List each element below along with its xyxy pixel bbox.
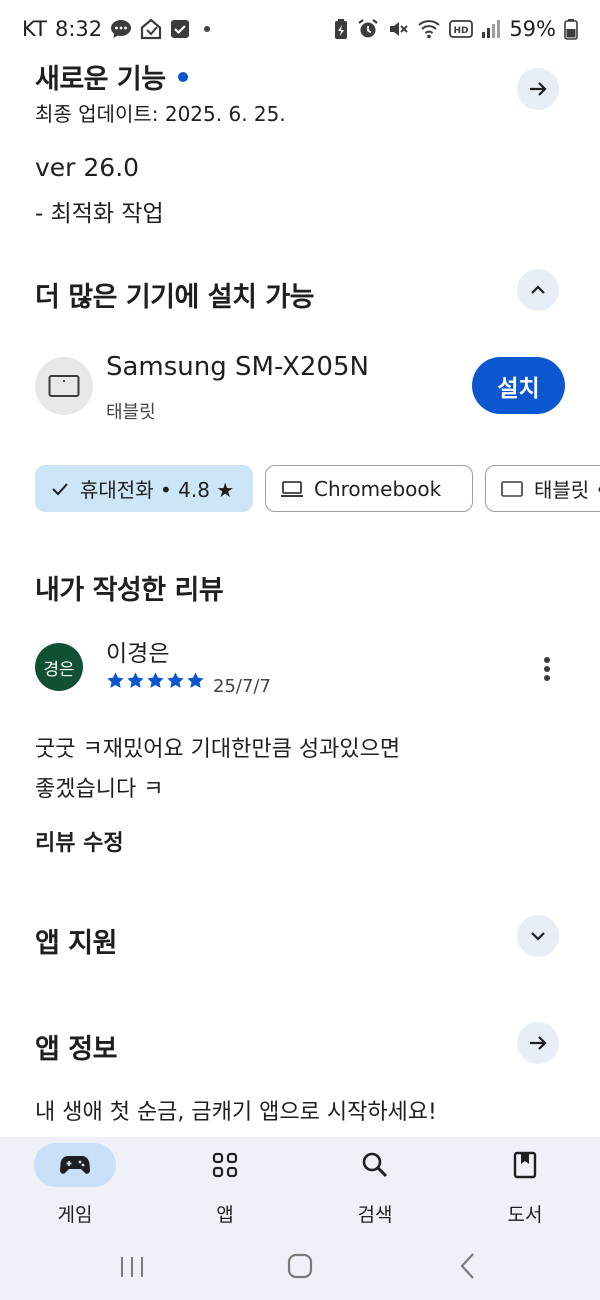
app-description: 내 생애 첫 순금, 금캐기 앱으로 시작하세요! [35,1100,437,1125]
status-bar: KT 8:32 HD 59% [0,0,600,58]
alarm-icon [357,18,379,40]
apps-grid-icon [212,1152,238,1178]
device-name: Samsung SM-X205N [106,352,369,382]
svg-text:HD: HD [454,26,469,36]
new-indicator-dot [177,71,188,82]
star-icon [107,672,124,688]
battery-percent: 59% [509,17,556,41]
nav-apps-label: 앱 [216,1204,234,1226]
chevron-up-icon [531,285,545,294]
recent-apps-icon [121,1257,143,1277]
nav-games-pill [34,1143,116,1187]
book-icon [513,1151,537,1179]
nav-apps-pill [184,1143,266,1187]
chevron-down-icon [531,932,545,941]
app-info-arrow-button[interactable] [517,1022,559,1064]
battery-saver-icon [333,18,349,40]
system-navigation-bar [0,1243,600,1293]
tablet-icon [501,480,523,497]
version-text: ver 26.0 [35,153,140,182]
last-updated: 최종 업데이트: 2025. 6. 25. [35,102,286,126]
arrow-right-icon [530,1036,547,1050]
nav-games-label: 게임 [57,1204,93,1226]
chip-chromebook[interactable]: Chromebook [265,465,473,512]
update-note: - 최적화 작업 [35,201,164,227]
review-text-line-1: 굿굿 ㅋ재밌어요 기대한만큼 성과있으면 [35,737,401,762]
app-info-title: 앱 정보 [35,1034,117,1065]
back-button[interactable] [458,1252,478,1284]
signal-icon [481,19,501,39]
device-avatar [35,357,93,415]
tablet-icon [48,375,80,397]
home-notification-icon [140,18,162,40]
search-icon [362,1152,388,1178]
dot-icon [204,26,211,32]
checkbox-icon [170,19,190,39]
battery-icon [564,18,578,40]
more-vert-icon [544,657,550,681]
nav-books[interactable]: 도서 [455,1143,595,1227]
chat-icon [110,18,132,40]
app-support-expand-button[interactable] [517,915,559,957]
whats-new-header: 새로운 기능 [35,57,188,96]
chip-chromebook-label: Chromebook [314,476,442,501]
star-icon [127,672,144,688]
clock: 8:32 [54,17,103,41]
home-icon [287,1253,313,1279]
star-icon [147,672,164,688]
star-rating [106,671,205,690]
more-devices-title: 더 많은 기기에 설치 가능 [35,282,315,313]
carrier-label: KT [22,17,47,41]
nav-books-label: 도서 [507,1204,543,1226]
back-icon [460,1253,474,1279]
review-date: 25/7/7 [213,676,271,697]
chip-phone-label: 휴대전화 • 4.8 ★ [80,478,235,502]
device-type: 태블릿 [106,402,156,423]
star-icon [187,672,204,688]
check-icon [52,482,68,495]
app-support-title: 앱 지원 [35,928,117,959]
nav-search-label: 검색 [357,1204,393,1226]
home-button[interactable] [287,1253,313,1283]
install-button[interactable]: 설치 [472,357,565,414]
mute-icon [387,18,409,40]
my-review-title: 내가 작성한 리뷰 [35,575,224,606]
gamepad-icon [60,1156,90,1174]
whats-new-title: 새로운 기능 [35,64,166,95]
nav-apps[interactable]: 앱 [155,1143,295,1227]
whats-new-arrow-button[interactable] [517,68,559,110]
avatar: 경은 [35,643,83,691]
recent-apps-button[interactable] [118,1255,146,1283]
nav-games[interactable]: 게임 [5,1143,145,1227]
hd-icon: HD [449,19,474,39]
reviewer-name: 이경은 [106,641,170,667]
nav-search-pill [334,1143,416,1187]
arrow-right-icon [530,82,547,96]
chip-tablet[interactable]: 태블릿 • [485,465,600,512]
nav-books-pill [484,1143,566,1187]
nav-search[interactable]: 검색 [305,1143,445,1227]
collapse-button[interactable] [517,269,559,311]
chip-phone[interactable]: 휴대전화 • 4.8 ★ [35,465,253,512]
chip-tablet-label: 태블릿 • [534,478,600,502]
edit-review-link[interactable]: 리뷰 수정 [35,825,124,857]
review-more-button[interactable] [530,652,564,686]
star-icon [167,672,184,688]
review-text-line-2: 좋겠습니다 ㅋ [35,777,164,802]
laptop-icon [281,480,303,497]
wifi-icon [417,18,441,40]
